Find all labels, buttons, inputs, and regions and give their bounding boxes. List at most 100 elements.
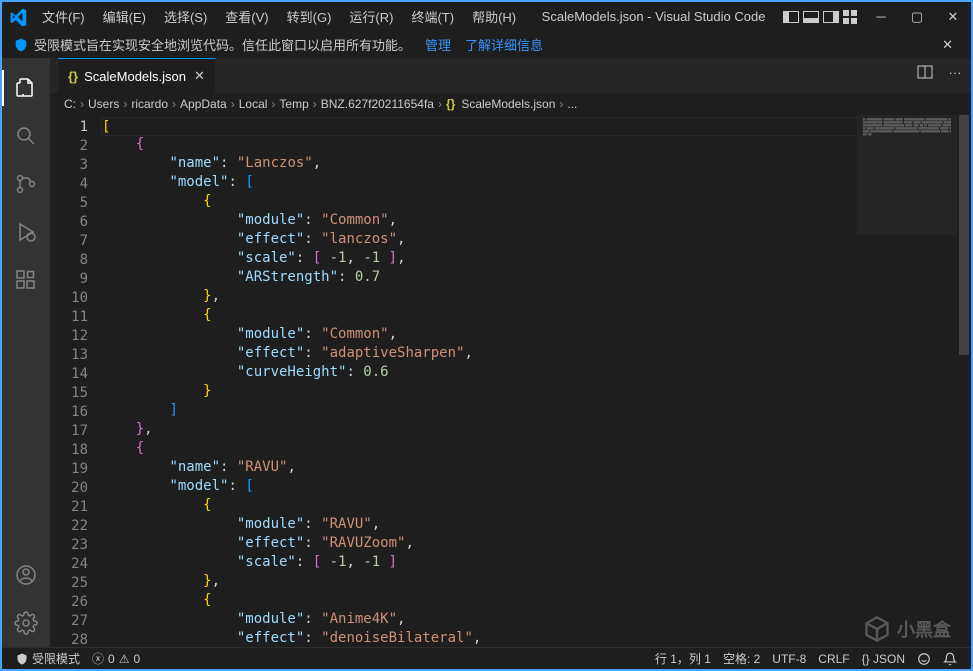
search-icon[interactable] — [2, 112, 50, 160]
tab-label: ScaleModels.json — [84, 69, 186, 84]
code-line[interactable]: "module": "Common", — [102, 211, 857, 230]
code-line[interactable]: { — [102, 135, 857, 154]
code-line[interactable]: { — [102, 439, 857, 458]
breadcrumb-item[interactable]: AppData — [180, 97, 227, 111]
breadcrumb-item[interactable]: Local — [239, 97, 268, 111]
code-line[interactable]: "ARStrength": 0.7 — [102, 268, 857, 287]
breadcrumb-item[interactable]: ricardo — [131, 97, 168, 111]
code-line[interactable]: }, — [102, 287, 857, 306]
breadcrumb-file[interactable]: ScaleModels.json — [461, 97, 555, 111]
status-problems[interactable]: ⓧ0 ⚠0 — [86, 650, 146, 667]
code-line[interactable]: "effect": "lanczos", — [102, 230, 857, 249]
menu-item[interactable]: 运行(R) — [341, 3, 401, 30]
menu-item[interactable]: 帮助(H) — [464, 3, 524, 30]
menu-item[interactable]: 文件(F) — [34, 3, 93, 30]
customize-layout-icon[interactable] — [843, 10, 857, 24]
line-number: 23 — [50, 536, 88, 555]
minimap[interactable]: ██ █████████████ █████████ ██████ ██████… — [857, 115, 957, 647]
code-line[interactable]: [ — [101, 117, 858, 136]
code-line[interactable]: "effect": "adaptiveSharpen", — [102, 344, 857, 363]
menu-bar: 文件(F)编辑(E)选择(S)查看(V)转到(G)运行(R)终端(T)帮助(H) — [34, 3, 524, 30]
code-line[interactable]: { — [102, 306, 857, 325]
explorer-icon[interactable] — [2, 64, 50, 112]
extensions-icon[interactable] — [2, 256, 50, 304]
menu-item[interactable]: 转到(G) — [279, 3, 340, 30]
status-line-col[interactable]: 行 1，列 1 — [649, 650, 717, 667]
close-button[interactable]: ✕ — [935, 2, 971, 32]
more-actions-icon[interactable]: ··· — [945, 62, 965, 82]
breadcrumb[interactable]: C:›Users›ricardo›AppData›Local›Temp›BNZ.… — [50, 93, 971, 115]
line-number: 6 — [50, 213, 88, 232]
breadcrumb-item[interactable]: Users — [88, 97, 119, 111]
status-eol[interactable]: CRLF — [812, 652, 855, 666]
chevron-right-icon: › — [559, 97, 563, 111]
status-language[interactable]: {} JSON — [856, 652, 911, 666]
status-encoding[interactable]: UTF-8 — [766, 652, 812, 666]
menu-item[interactable]: 终端(T) — [403, 3, 462, 30]
title-bar: 文件(F)编辑(E)选择(S)查看(V)转到(G)运行(R)终端(T)帮助(H)… — [2, 2, 971, 32]
status-feedback-icon[interactable] — [911, 652, 937, 666]
code-line[interactable]: "effect": "denoiseBilateral", — [102, 629, 857, 647]
code-line[interactable]: { — [102, 591, 857, 610]
split-editor-icon[interactable] — [915, 62, 935, 82]
banner-close-icon[interactable]: ✕ — [936, 37, 959, 53]
code-line[interactable]: "module": "Anime4K", — [102, 610, 857, 629]
line-number: 19 — [50, 460, 88, 479]
code-line[interactable]: "name": "Lanczos", — [102, 154, 857, 173]
menu-item[interactable]: 选择(S) — [156, 3, 215, 30]
settings-gear-icon[interactable] — [2, 599, 50, 647]
code-line[interactable]: "scale": [ -1, -1 ], — [102, 249, 857, 268]
code-line[interactable]: "model": [ — [102, 477, 857, 496]
tab-scalemodels[interactable]: {} ScaleModels.json ✕ — [58, 58, 216, 93]
code-line[interactable]: } — [102, 382, 857, 401]
source-control-icon[interactable] — [2, 160, 50, 208]
code-line[interactable]: "module": "Common", — [102, 325, 857, 344]
code-content[interactable]: [ { "name": "Lanczos", "model": [ { "mod… — [102, 115, 857, 647]
run-debug-icon[interactable] — [2, 208, 50, 256]
toggle-primary-sidebar-icon[interactable] — [783, 11, 799, 23]
menu-item[interactable]: 查看(V) — [217, 3, 276, 30]
breadcrumb-item[interactable]: C: — [64, 97, 76, 111]
code-line[interactable]: }, — [102, 572, 857, 591]
breadcrumb-more[interactable]: ... — [567, 97, 577, 111]
code-editor[interactable]: 1234567891011121314151617181920212223242… — [50, 115, 971, 647]
tab-close-icon[interactable]: ✕ — [194, 68, 205, 84]
json-file-icon: {} — [446, 97, 455, 111]
breadcrumb-item[interactable]: BNZ.627f20211654fa — [321, 97, 434, 111]
line-number: 22 — [50, 517, 88, 536]
layout-controls[interactable] — [783, 10, 857, 24]
code-line[interactable]: ] — [102, 401, 857, 420]
activity-bar — [2, 58, 50, 647]
code-line[interactable]: "model": [ — [102, 173, 857, 192]
line-number: 21 — [50, 498, 88, 517]
chevron-right-icon: › — [271, 97, 275, 111]
toggle-secondary-sidebar-icon[interactable] — [823, 11, 839, 23]
code-line[interactable]: "module": "RAVU", — [102, 515, 857, 534]
minimize-button[interactable]: ─ — [863, 2, 899, 32]
chevron-right-icon: › — [123, 97, 127, 111]
code-line[interactable]: "name": "RAVU", — [102, 458, 857, 477]
line-number: 10 — [50, 289, 88, 308]
line-number: 13 — [50, 346, 88, 365]
status-restricted[interactable]: 受限模式 — [10, 650, 86, 667]
accounts-icon[interactable] — [2, 551, 50, 599]
code-line[interactable]: { — [102, 192, 857, 211]
code-line[interactable]: }, — [102, 420, 857, 439]
code-line[interactable]: "curveHeight": 0.6 — [102, 363, 857, 382]
status-notifications-icon[interactable] — [937, 652, 963, 666]
line-number: 28 — [50, 631, 88, 647]
code-line[interactable]: "scale": [ -1, -1 ] — [102, 553, 857, 572]
status-indent[interactable]: 空格: 2 — [717, 650, 766, 667]
vertical-scrollbar[interactable] — [957, 115, 971, 647]
code-line[interactable]: "effect": "RAVUZoom", — [102, 534, 857, 553]
breadcrumb-item[interactable]: Temp — [279, 97, 308, 111]
code-line[interactable]: { — [102, 496, 857, 515]
learn-more-link[interactable]: 了解详细信息 — [465, 35, 543, 54]
line-number: 5 — [50, 194, 88, 213]
scrollbar-thumb[interactable] — [959, 115, 969, 355]
maximize-button[interactable]: ▢ — [899, 2, 935, 32]
manage-link[interactable]: 管理 — [425, 35, 451, 54]
menu-item[interactable]: 编辑(E) — [95, 3, 154, 30]
chevron-right-icon: › — [80, 97, 84, 111]
toggle-panel-icon[interactable] — [803, 11, 819, 23]
